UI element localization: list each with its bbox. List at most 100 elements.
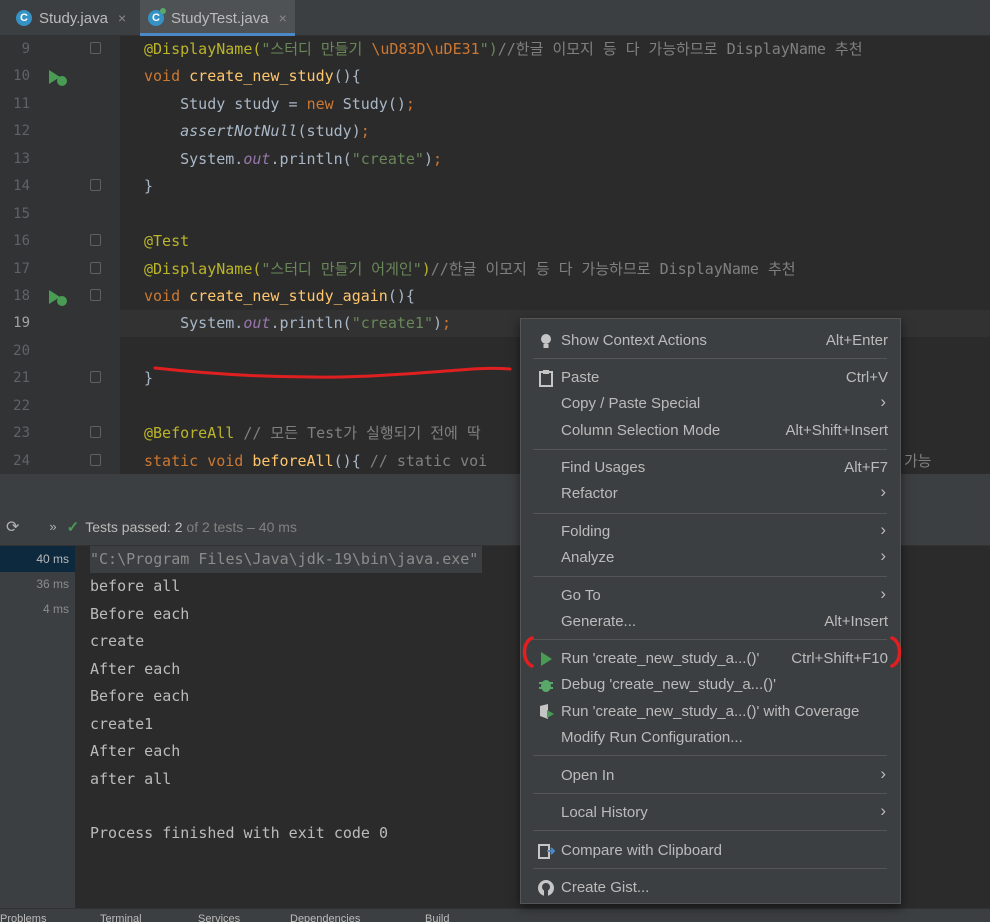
fold-marker-icon[interactable] <box>90 454 101 466</box>
tool-terminal[interactable]: Terminal <box>100 913 142 922</box>
fold-marker-icon[interactable] <box>90 426 101 438</box>
chevron-right-icon: › <box>880 546 886 565</box>
code-line-18: void create_new_study_again(){ <box>144 287 415 305</box>
red-underline-annotation <box>153 366 512 379</box>
line-number: 12 <box>13 123 30 139</box>
editor-tab-bar: C Study.java × C StudyTest.java × <box>0 0 990 36</box>
line-number: 14 <box>13 178 30 194</box>
clipboard-icon <box>539 370 553 387</box>
menu-item-go-to[interactable]: Go To › <box>521 583 900 609</box>
line-number: 9 <box>21 41 30 57</box>
menu-item-find-usages[interactable]: Find Usages Alt+F7 <box>521 455 900 481</box>
menu-item-copy-paste-special[interactable]: Copy / Paste Special › <box>521 391 900 417</box>
console-line: "C:\Program Files\Java\jdk-19\bin\java.e… <box>90 546 483 573</box>
context-menu: Show Context Actions Alt+Enter Paste Ctr… <box>520 318 901 904</box>
tab-study-java[interactable]: C Study.java × <box>0 0 132 36</box>
console-line: After each <box>90 742 181 760</box>
compare-clipboard-icon <box>538 844 555 859</box>
tool-build[interactable]: Build <box>425 913 449 922</box>
menu-item-paste[interactable]: Paste Ctrl+V <box>521 365 900 391</box>
menu-separator <box>533 830 887 831</box>
code-line-23: @BeforeAll // 모든 Test가 실행되기 전에 딱 <box>144 424 481 442</box>
editor-gutter: 9 10 11 12 13 14 15 16 17 18 19 20 21 22… <box>0 36 120 474</box>
test-duration[interactable]: 4 ms <box>43 596 69 622</box>
close-icon[interactable]: × <box>118 10 126 26</box>
chevron-right-icon: › <box>880 520 886 539</box>
menu-item-refactor[interactable]: Refactor › <box>521 481 900 507</box>
red-bracket-annotation <box>522 636 902 668</box>
chevron-right-icon: › <box>880 392 886 411</box>
fold-marker-icon[interactable] <box>90 179 101 191</box>
menu-separator <box>533 449 887 450</box>
coverage-shield-icon <box>540 704 554 719</box>
menu-item-generate[interactable]: Generate... Alt+Insert <box>521 609 900 635</box>
menu-separator <box>533 868 887 869</box>
line-number: 23 <box>13 425 30 441</box>
test-duration[interactable]: 36 ms <box>36 571 69 597</box>
menu-item-debug-test[interactable]: Debug 'create_new_study_a...()' <box>521 672 900 698</box>
line-number: 16 <box>13 233 30 249</box>
tool-problems[interactable]: Problems <box>0 913 46 922</box>
console-line: Before each <box>90 605 190 623</box>
menu-item-column-selection-mode[interactable]: Column Selection Mode Alt+Shift+Insert <box>521 418 900 444</box>
tool-dependencies[interactable]: Dependencies <box>290 913 360 922</box>
rerun-icon[interactable]: ⟳ <box>6 517 19 537</box>
chevron-right-icon: › <box>880 584 886 603</box>
debug-bug-icon <box>539 680 553 692</box>
line-number: 24 <box>13 453 30 469</box>
line-number: 19 <box>13 315 30 331</box>
code-line-24: static void beforeAll(){ // static voi 가능 <box>144 452 932 470</box>
line-number: 13 <box>13 151 30 167</box>
line-number: 11 <box>13 96 30 112</box>
console-line: create1 <box>90 715 154 733</box>
run-test-gutter-icon[interactable] <box>47 68 67 86</box>
menu-separator <box>533 793 887 794</box>
line-number: 20 <box>13 343 30 359</box>
code-line-19: System.out.println("create1"); <box>144 314 452 332</box>
menu-item-run-with-coverage[interactable]: Run 'create_new_study_a...()' with Cover… <box>521 699 900 725</box>
bottom-tool-strip: Problems Terminal Services Dependencies … <box>0 908 990 922</box>
test-class-icon: C <box>148 8 166 26</box>
line-number: 15 <box>13 206 30 222</box>
menu-item-open-in[interactable]: Open In › <box>521 763 900 789</box>
chevron-right-icon: › <box>880 764 886 783</box>
fold-marker-icon[interactable] <box>90 371 101 383</box>
code-line-13: System.out.println("create"); <box>144 150 443 168</box>
line-number: 10 <box>13 68 30 84</box>
tool-services[interactable]: Services <box>198 913 240 922</box>
tab-studytest-java[interactable]: C StudyTest.java × <box>140 0 295 36</box>
menu-separator <box>533 513 887 514</box>
menu-item-analyze[interactable]: Analyze › <box>521 545 900 571</box>
expand-more-icon[interactable]: » <box>49 519 56 534</box>
fold-marker-icon[interactable] <box>90 262 101 274</box>
menu-item-modify-run-configuration[interactable]: Modify Run Configuration... <box>521 725 900 751</box>
run-test-gutter-icon[interactable] <box>47 288 67 306</box>
tab-label: StudyTest.java <box>171 9 269 27</box>
code-line-14: } <box>144 177 154 195</box>
menu-item-local-history[interactable]: Local History › <box>521 800 900 826</box>
console-line: after all <box>90 770 172 788</box>
code-line-17: @DisplayName("스터디 만들기 어게인")//한글 이모지 등 다 … <box>144 260 796 278</box>
close-icon[interactable]: × <box>279 10 287 26</box>
console-line: Before each <box>90 687 190 705</box>
fold-marker-icon[interactable] <box>90 42 101 54</box>
fold-marker-icon[interactable] <box>90 234 101 246</box>
menu-item-folding[interactable]: Folding › <box>521 519 900 545</box>
test-results-tree[interactable]: 40 ms 36 ms 4 ms <box>0 546 75 908</box>
fold-marker-icon[interactable] <box>90 289 101 301</box>
test-duration[interactable]: 40 ms <box>0 546 75 572</box>
menu-item-show-context-actions[interactable]: Show Context Actions Alt+Enter <box>521 328 900 354</box>
menu-item-create-gist[interactable]: Create Gist... <box>521 875 900 901</box>
line-number: 21 <box>13 370 30 386</box>
menu-separator <box>533 755 887 756</box>
console-line: After each <box>90 660 181 678</box>
github-icon <box>538 880 554 896</box>
lightbulb-icon <box>541 334 551 348</box>
code-line-9: @DisplayName("스터디 만들기 \uD83D\uDE31")//한글… <box>144 40 863 58</box>
menu-item-compare-with-clipboard[interactable]: Compare with Clipboard <box>521 838 900 864</box>
code-line-10: void create_new_study(){ <box>144 67 361 85</box>
line-number: 18 <box>13 288 30 304</box>
menu-separator <box>533 358 887 359</box>
console-line: before all <box>90 577 181 595</box>
chevron-right-icon: › <box>880 482 886 501</box>
